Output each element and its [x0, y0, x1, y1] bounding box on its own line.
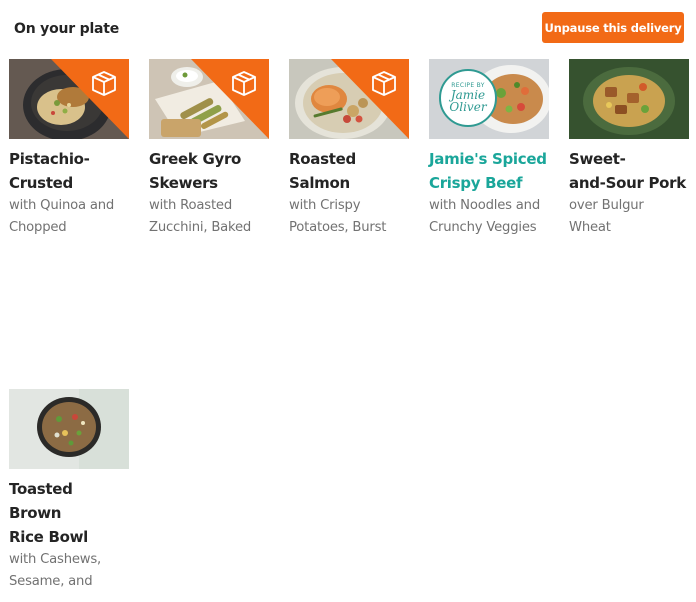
recipe-card-roasted-salmon[interactable]: Roasted Salmon with Crispy Potatoes, Bur…: [289, 59, 409, 239]
stamp-name-last: Oliver: [449, 100, 487, 114]
recipe-name[interactable]: Sweet- and-Sour Pork: [569, 147, 689, 195]
on-your-plate-section: On your plate Unpause this delivery Pist…: [0, 0, 696, 602]
recipe-image[interactable]: [289, 59, 409, 139]
recipe-image[interactable]: [149, 59, 269, 139]
recipe-card-toasted-brown-rice[interactable]: Toasted Brown Rice Bowl with Cashews, Se…: [9, 389, 129, 593]
recipe-image[interactable]: RECIPE BY Jamie Oliver: [429, 59, 549, 139]
jamie-oliver-stamp: RECIPE BY Jamie Oliver: [439, 69, 497, 127]
recipe-name[interactable]: Roasted Salmon: [289, 147, 409, 195]
recipe-subtitle: with Roasted Zucchini, Baked: [149, 198, 252, 235]
box-icon: [331, 59, 409, 139]
recipe-subtitle: over Bulgur Wheat: [569, 198, 644, 235]
recipe-name[interactable]: Pistachio- Crusted: [9, 147, 129, 195]
box-icon: [51, 59, 129, 139]
recipe-name[interactable]: Jamie's Spiced Crispy Beef: [429, 147, 549, 195]
recipe-card-greek-gyro[interactable]: Greek Gyro Skewers with Roasted Zucchini…: [149, 59, 269, 239]
recipe-image[interactable]: [9, 389, 129, 469]
recipe-image[interactable]: [9, 59, 129, 139]
recipe-name[interactable]: Greek Gyro Skewers: [149, 147, 269, 195]
recipe-name[interactable]: Toasted Brown Rice Bowl: [9, 477, 129, 549]
recipe-subtitle: with Quinoa and Chopped: [9, 198, 115, 235]
recipe-card-sweet-sour-pork[interactable]: Sweet- and-Sour Pork over Bulgur Wheat: [569, 59, 689, 239]
recipe-card-jamie-spiced-beef[interactable]: RECIPE BY Jamie Oliver Jamie's Spiced Cr…: [429, 59, 549, 239]
recipe-subtitle: with Crispy Potatoes, Burst: [289, 198, 387, 235]
recipe-card-pistachio[interactable]: Pistachio- Crusted with Quinoa and Chopp…: [9, 59, 129, 239]
section-title: On your plate: [14, 21, 120, 37]
recipe-subtitle: with Noodles and Crunchy Veggies: [429, 198, 540, 235]
box-icon: [191, 59, 269, 139]
recipe-subtitle: with Cashews, Sesame, and: [9, 552, 102, 589]
unpause-delivery-button[interactable]: Unpause this delivery: [542, 12, 684, 43]
recipe-image[interactable]: [569, 59, 689, 139]
